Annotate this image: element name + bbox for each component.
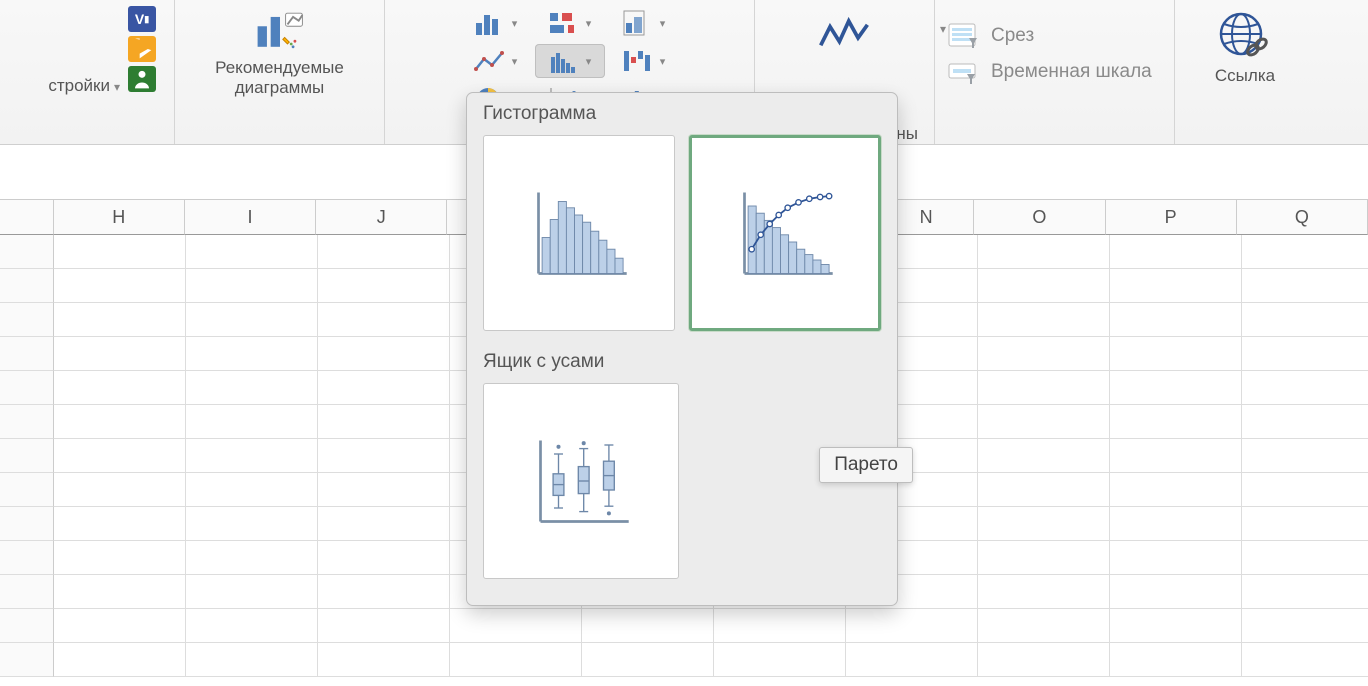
column-header[interactable]: I [185,200,316,235]
histogram-chart-preview-icon [529,188,629,278]
sparklines-fragment-label: ны [896,124,918,144]
pareto-tooltip: Парето [819,447,913,483]
column-header[interactable]: P [1106,200,1237,235]
recommended-charts-button[interactable]: Рекомендуемые диаграммы [215,6,344,144]
recommended-charts-icon [252,6,308,54]
column-header[interactable]: H [54,200,185,235]
chevron-down-icon[interactable] [110,78,120,94]
link-group: Ссылка [1175,0,1315,144]
histogram-section-title: Гистограмма [467,93,897,133]
recommended-charts-group: Рекомендуемые диаграммы [175,0,385,144]
bar-chart-button[interactable]: ▾ [535,6,605,40]
hierarchy-chart-button[interactable]: ▾ [609,6,679,40]
waterfall-chart-icon [622,47,654,75]
pareto-chart-tile[interactable] [689,135,881,331]
people-graph-addin-icon[interactable] [128,66,156,92]
statistic-chart-dropdown: Гистограмма [466,92,898,606]
boxplot-chart-preview-icon [531,436,631,526]
bar-chart-icon [548,9,580,37]
globe-link-icon [1217,10,1273,62]
statistic-chart-icon [548,47,580,75]
hyperlink-label: Ссылка [1215,66,1275,86]
addin-icons-column: V▮ [128,6,156,92]
pareto-chart-preview-icon [735,188,835,278]
bing-addin-icon[interactable] [128,36,156,62]
slicer-label: Срез [991,25,1034,47]
line-chart-icon [474,47,506,75]
column-chart-icon [474,9,506,37]
boxplot-chart-tile[interactable] [483,383,679,579]
chevron-down-icon[interactable] [936,20,946,36]
line-chart-button[interactable]: ▾ [461,44,531,78]
hierarchy-chart-icon [622,9,654,37]
recommended-charts-label: Рекомендуемые диаграммы [215,58,344,99]
timeline-label: Временная шкала [991,61,1152,83]
timeline-button[interactable]: Временная шкала [947,58,1152,86]
addins-label: стройки [48,76,110,96]
column-header[interactable]: O [974,200,1105,235]
addins-group: стройки V▮ [0,0,175,144]
timeline-icon [947,58,981,86]
slicer-button[interactable]: Срез [947,22,1034,50]
sparkline-line-icon [817,12,873,60]
histogram-chart-tile[interactable] [483,135,675,331]
column-chart-button[interactable]: ▾ [461,6,531,40]
visio-addin-icon[interactable]: V▮ [128,6,156,32]
hyperlink-button[interactable]: Ссылка [1215,10,1275,144]
column-header[interactable]: J [316,200,447,235]
filters-group: Срез Временная шкала [935,0,1175,144]
column-header-blank[interactable] [0,200,54,235]
waterfall-chart-button[interactable]: ▾ [609,44,679,78]
boxplot-section-title: Ящик с усами [467,341,897,381]
slicer-icon [947,22,981,50]
statistic-chart-button[interactable]: ▾ [535,44,605,78]
column-header[interactable]: Q [1237,200,1368,235]
